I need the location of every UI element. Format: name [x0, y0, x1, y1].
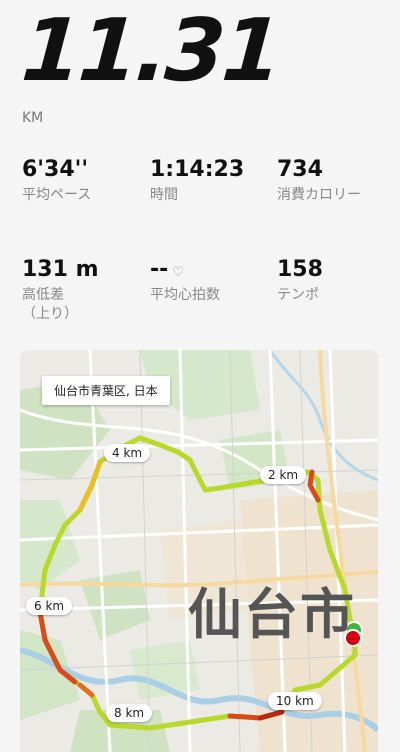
km-marker-10: 10 km	[268, 692, 322, 710]
km-marker-8: 8 km	[106, 704, 153, 722]
km-marker-4: 4 km	[104, 444, 151, 462]
calories-value: 734	[277, 157, 323, 182]
distance-unit: KM	[22, 110, 44, 126]
stat-cadence: 158 テンポ	[277, 257, 395, 305]
elevation-label: 高低差 （上り）	[22, 287, 78, 323]
stat-elevation: 131 m 高低差 （上り）	[22, 257, 140, 324]
pace-value: 6'34''	[22, 157, 89, 182]
cadence-value: 158	[277, 257, 323, 282]
distance-value: 11.31	[18, 1, 283, 101]
pace-label: 平均ペース	[22, 187, 92, 204]
cadence-label: テンポ	[277, 287, 319, 304]
time-label: 時間	[150, 187, 178, 204]
heart-outline-icon: ♡	[172, 265, 184, 280]
location-label: 仙台市青葉区, 日本	[42, 376, 170, 405]
km-marker-6: 6 km	[26, 597, 73, 615]
city-label: 仙台市	[188, 583, 356, 646]
heart-rate-label: 平均心拍数	[150, 287, 220, 304]
elevation-value: 131 m	[22, 257, 99, 282]
heart-rate-row: -- ♡	[150, 257, 268, 282]
route-map[interactable]: 仙台市 仙台市青葉区, 日本 2 km 4 km 6 km 8 km 10 km	[20, 350, 378, 752]
stat-time: 1:14:23 時間	[150, 157, 268, 205]
heart-rate-value: --	[150, 257, 169, 282]
km-marker-2: 2 km	[260, 466, 307, 484]
map-canvas	[20, 350, 378, 752]
stat-heart-rate: -- ♡ 平均心拍数	[150, 257, 268, 305]
time-value: 1:14:23	[150, 157, 245, 182]
calories-label: 消費カロリー	[277, 187, 361, 204]
stat-pace: 6'34'' 平均ペース	[22, 157, 140, 205]
stat-calories: 734 消費カロリー	[277, 157, 377, 205]
